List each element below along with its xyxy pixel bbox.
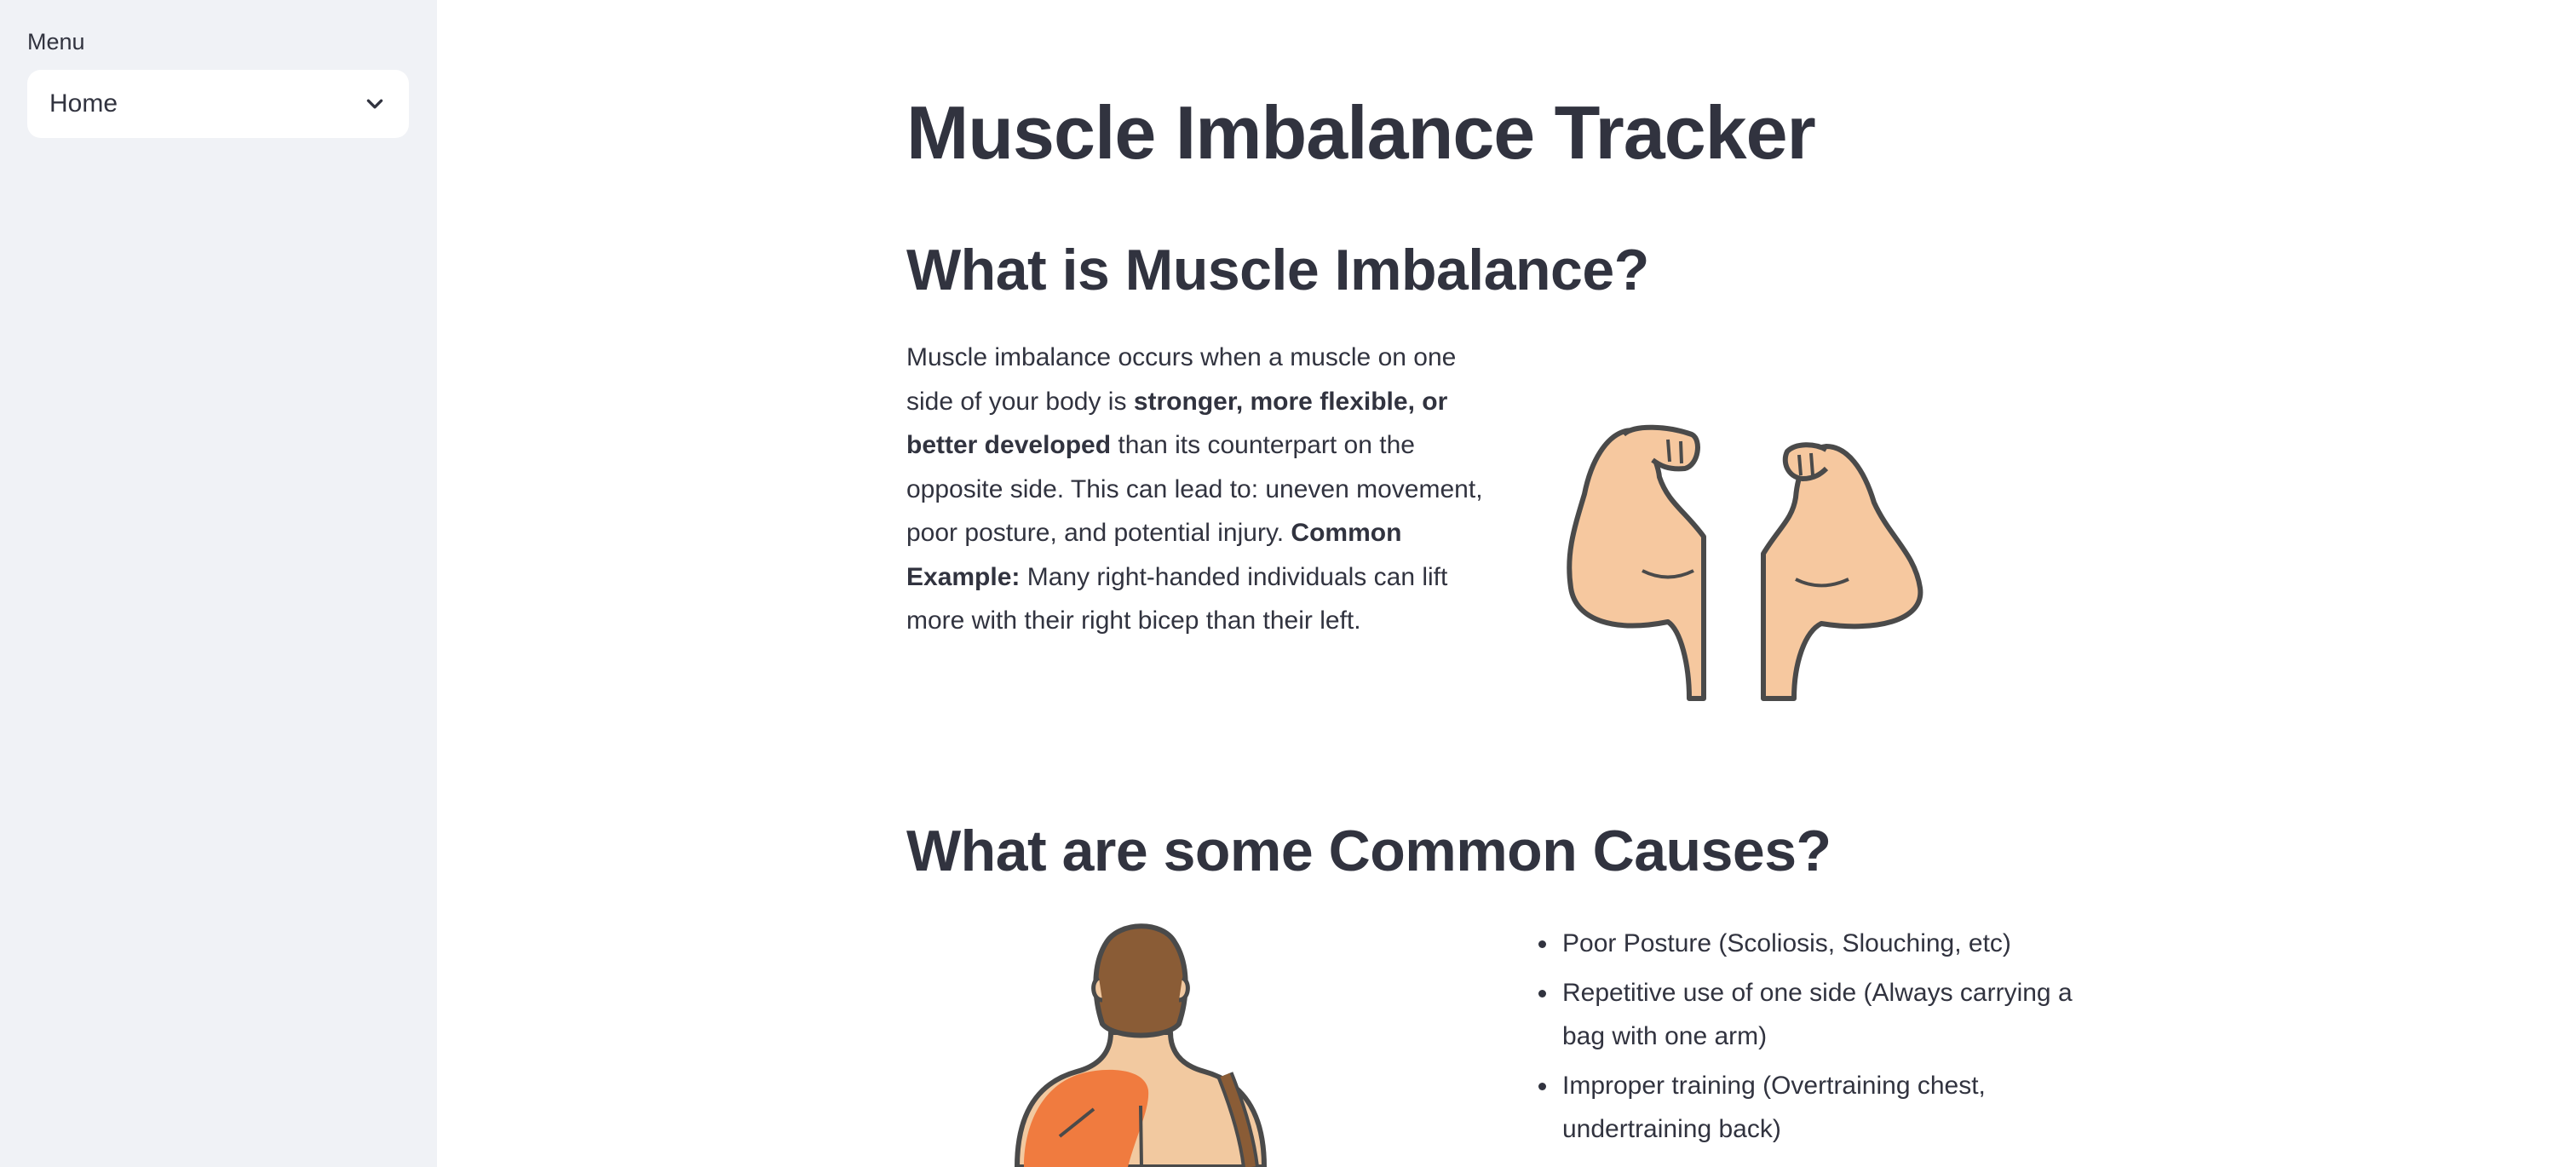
flexed-biceps-image [1540,409,1966,716]
page-select[interactable]: Home [27,70,409,138]
sidebar: Menu Home [0,0,437,1167]
page-select-value: Home [49,89,118,118]
menu-label: Menu [27,29,85,55]
person-back-image [983,905,1307,1167]
what-is-heading: What is Muscle Imbalance? [906,238,1649,302]
common-causes-heading: What are some Common Causes? [906,819,1831,883]
causes-list: Poor Posture (Scoliosis, Slouching, etc)… [1525,922,2113,1157]
list-item: Poor Posture (Scoliosis, Slouching, etc) [1559,922,2113,966]
intro-paragraph: Muscle imbalance occurs when a muscle on… [906,336,1503,643]
list-item: Repetitive use of one side (Always carry… [1559,971,2113,1059]
list-item: Improper training (Overtraining chest, u… [1559,1064,2113,1152]
main-content: Muscle Imbalance Tracker What is Muscle … [906,0,2082,1167]
page-title: Muscle Imbalance Tracker [906,90,1816,175]
chevron-down-icon [363,92,387,116]
